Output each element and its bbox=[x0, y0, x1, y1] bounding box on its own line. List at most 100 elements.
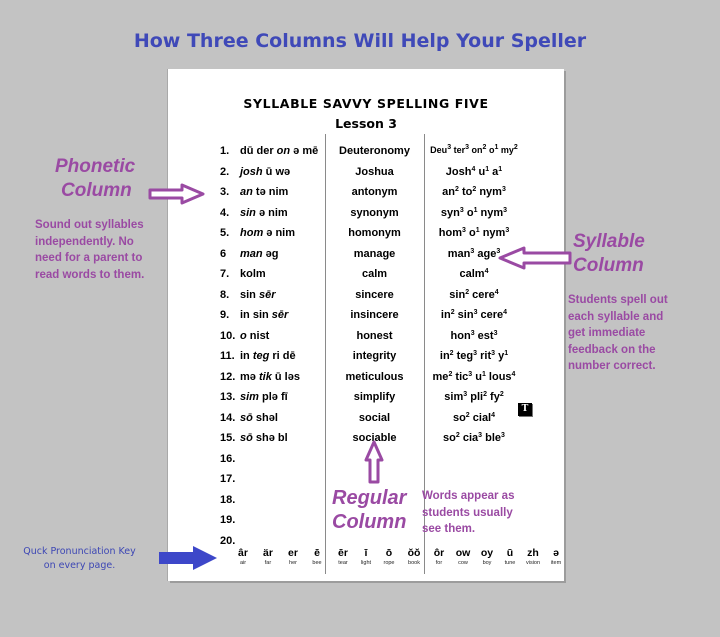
phonetic-part: sin bbox=[240, 288, 259, 301]
phonetic-part: plə fī bbox=[258, 391, 288, 403]
row-number: 8. bbox=[220, 288, 230, 301]
description-line: number correct. bbox=[568, 360, 656, 372]
syllable-letter-count: 1 bbox=[473, 206, 478, 214]
key-symbol: âr bbox=[238, 547, 248, 559]
key-symbol: ō bbox=[385, 547, 393, 559]
syllable-letter-count: 1 bbox=[485, 165, 490, 173]
syllable-letter-count: 2 bbox=[499, 391, 504, 398]
syllable-letter-count: 3 bbox=[478, 432, 483, 439]
row-number: 16. bbox=[220, 452, 236, 465]
key-example-word: item bbox=[550, 560, 562, 566]
key-symbol: ə bbox=[553, 547, 559, 559]
syllable-column-heading: Syllable Column bbox=[573, 230, 645, 278]
phonetic-part: əg bbox=[262, 247, 279, 260]
syllable-text: Deu bbox=[430, 145, 448, 155]
key-entry: ôr for bbox=[426, 547, 452, 566]
key-symbol: ē bbox=[314, 547, 320, 559]
worksheet-title: SYLLABLE SAVVY SPELLING FIVE bbox=[243, 96, 489, 111]
syllable-text: syn bbox=[440, 206, 460, 219]
syllable: sim3 bbox=[444, 391, 467, 403]
phonetic-stressed-part: man bbox=[240, 247, 263, 260]
regular-word: Joshua bbox=[355, 165, 394, 178]
syllable: man3 bbox=[448, 248, 475, 260]
syllable-text: man bbox=[447, 247, 471, 260]
syllable-text: in bbox=[440, 309, 451, 321]
regular-word: sincere bbox=[355, 288, 394, 301]
text-tool-icon[interactable]: T bbox=[518, 403, 532, 416]
syllable: in2 bbox=[440, 350, 454, 362]
regular-word: honest bbox=[356, 329, 393, 342]
arrow-left-icon bbox=[498, 246, 572, 270]
syllable-letter-count: 4 bbox=[491, 411, 496, 419]
word-row: 11. in teg ri dē integrity in2 teg3 rit3 y1 bbox=[168, 350, 564, 370]
syllable-letter-count: 2 bbox=[483, 391, 487, 398]
syllable-text: hom bbox=[438, 227, 463, 239]
phonetic-stressed-part: o bbox=[240, 329, 247, 342]
note-line: on every page. bbox=[43, 560, 116, 571]
syllable: u1 bbox=[478, 166, 489, 178]
regular-word: social bbox=[358, 411, 391, 424]
phonetic-part: tə nim bbox=[252, 186, 289, 198]
syllable-text: pli bbox=[470, 391, 484, 403]
key-entry: er her bbox=[280, 547, 306, 566]
phonetic-part: shəl bbox=[252, 411, 278, 424]
row-number: 7. bbox=[220, 268, 230, 280]
syllable-text: lous bbox=[488, 370, 512, 383]
key-entry: ŏŏ book bbox=[401, 547, 427, 566]
syllable: cia3 bbox=[463, 432, 482, 444]
phonetic-part: ri dē bbox=[269, 350, 296, 362]
phonetic-stressed-part: sō bbox=[240, 432, 253, 444]
syllable-letter-count: 2 bbox=[455, 432, 460, 439]
syllable: a1 bbox=[492, 166, 502, 178]
key-entry: ə item bbox=[543, 547, 569, 566]
syllable: nym3 bbox=[481, 207, 508, 219]
row-number: 2. bbox=[220, 165, 230, 178]
syllable: u1 bbox=[475, 371, 486, 383]
phonetic-stressed-part: sō bbox=[240, 411, 253, 424]
description-line: Words appear as bbox=[422, 490, 515, 502]
syllable: tic3 bbox=[455, 371, 472, 383]
syllable-letter-count: 2 bbox=[472, 186, 477, 193]
key-example-word: cow bbox=[458, 560, 468, 566]
syllable-letter-count: 3 bbox=[447, 144, 452, 151]
row-number: 5. bbox=[220, 227, 230, 239]
word-row: 9. in sin sēr insincere in2 sin3 cere4 bbox=[168, 309, 564, 329]
syllable: ble3 bbox=[485, 432, 505, 444]
regular-word: Deuteronomy bbox=[339, 145, 410, 157]
syllable-text: rit bbox=[480, 350, 492, 362]
phonetic-spelling: in sin sēr bbox=[240, 309, 288, 321]
heading-line: Column bbox=[61, 180, 132, 201]
word-row: 4. sin ə nim synonym syn3 o1 nym3 bbox=[168, 207, 564, 227]
syllable-breakdown: so2 cial4 bbox=[424, 412, 524, 424]
key-entry: ō rope bbox=[376, 547, 402, 566]
word-row: 10. o nist honest hon3 est3 bbox=[168, 330, 564, 350]
syllable-letter-count: 3 bbox=[473, 350, 478, 357]
heading-line: Regular bbox=[332, 487, 407, 509]
syllable: y1 bbox=[498, 350, 508, 362]
key-example-word: rope bbox=[383, 560, 395, 566]
phonetic-part: ə mē bbox=[290, 145, 319, 157]
syllable: hom3 bbox=[439, 227, 466, 239]
phonetic-spelling: sin ə nim bbox=[240, 207, 288, 219]
word-row: 5. hom ə nim homonym hom3 o1 nym3 bbox=[168, 227, 564, 247]
phonetic-stressed-part: sēr bbox=[258, 288, 276, 301]
syllable-letter-count: 3 bbox=[501, 432, 505, 439]
key-example-word: air bbox=[239, 560, 247, 566]
regular-word: integrity bbox=[352, 350, 397, 362]
syllable-text: on bbox=[471, 145, 483, 155]
syllable-text: cere bbox=[472, 288, 495, 301]
key-symbol: er bbox=[288, 547, 298, 559]
heading-line: Column bbox=[332, 511, 407, 533]
key-example-word: for bbox=[435, 560, 443, 566]
word-row: 7. kolm calm calm4 bbox=[168, 268, 564, 288]
syllable: nym3 bbox=[479, 186, 506, 198]
phonetic-stressed-part: on bbox=[276, 145, 291, 157]
syllable: syn3 bbox=[441, 207, 464, 219]
syllable-letter-count: 3 bbox=[468, 370, 473, 378]
phonetic-stressed-part: teg bbox=[252, 350, 270, 362]
row-number: 11. bbox=[220, 350, 235, 362]
syllable-letter-count: 2 bbox=[450, 309, 455, 316]
key-symbol: ŏŏ bbox=[407, 547, 421, 559]
syllable-letter-count: 3 bbox=[505, 227, 510, 234]
phonetic-spelling: dū der on ə mē bbox=[240, 145, 318, 157]
